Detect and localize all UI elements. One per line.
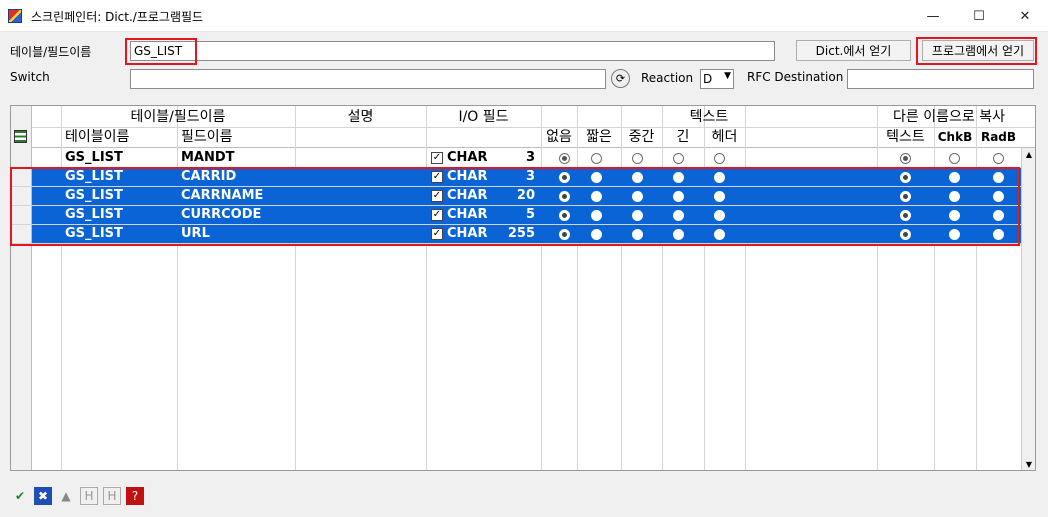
- copy-option-radio[interactable]: [900, 153, 911, 164]
- text-option-radio[interactable]: [632, 153, 643, 164]
- length-cell: 3: [525, 150, 535, 165]
- header-medium: 중간: [628, 129, 655, 145]
- vertical-scrollbar[interactable]: ▲ ▼: [1021, 148, 1035, 470]
- header-copy-text: 텍스트: [886, 129, 925, 145]
- type-cell: CHAR: [447, 150, 488, 165]
- reaction-value: D: [703, 72, 713, 86]
- selected-rows-highlight: [10, 167, 1020, 246]
- header-long: 긴: [676, 129, 690, 145]
- io-checkbox[interactable]: ✓: [431, 152, 443, 164]
- table-name-cell: GS_LIST: [65, 150, 123, 165]
- chevron-down-icon: ▼: [724, 71, 731, 81]
- table-field-highlight: [125, 38, 197, 65]
- transfer-icon[interactable]: ▲: [57, 487, 75, 505]
- reaction-select[interactable]: D ▼: [700, 69, 734, 89]
- text-option-radio[interactable]: [591, 153, 602, 164]
- cancel-icon[interactable]: ✖: [34, 487, 52, 505]
- close-button[interactable]: ✕: [1002, 0, 1048, 32]
- copy-option-radio[interactable]: [949, 153, 960, 164]
- field-name-cell: MANDT: [181, 150, 235, 165]
- copy-option-radio[interactable]: [993, 153, 1004, 164]
- scroll-up-icon[interactable]: ▲: [1022, 148, 1035, 162]
- maximize-button[interactable]: ☐: [956, 0, 1002, 32]
- header-text: 텍스트: [689, 109, 729, 125]
- app-icon: [8, 9, 22, 23]
- rfc-label: RFC Destination: [747, 70, 844, 84]
- header-desc: 설명: [347, 109, 374, 125]
- header-table-field: 테이블/필드이름: [130, 109, 226, 125]
- header-io: I/O 필드: [458, 109, 509, 125]
- header-chkb: ChkB: [937, 130, 973, 144]
- header-radb: RadB: [980, 130, 1017, 144]
- help-icon[interactable]: ?: [126, 487, 144, 505]
- reaction-label: Reaction: [641, 71, 694, 85]
- header-none: 없음: [546, 129, 572, 145]
- select-all-icon[interactable]: [14, 130, 27, 143]
- window-title: 스크린페인터: Dict./프로그램필드: [31, 10, 204, 24]
- header-field-name: 필드이름: [181, 129, 233, 145]
- dict-get-button[interactable]: Dict.에서 얻기: [796, 40, 911, 61]
- text-option-radio[interactable]: [673, 153, 684, 164]
- field-grid: ▲ ▼ 테이블/필드이름 설명 I/O 필드 텍스트 다른 이름으로 복사 테이…: [10, 105, 1036, 471]
- text-option-radio[interactable]: [714, 153, 725, 164]
- table-field-input[interactable]: GS_LIST: [130, 41, 775, 61]
- header-table-name: 테이블이름: [65, 129, 130, 145]
- table-field-label: 테이블/필드이름: [10, 45, 92, 59]
- row-selector[interactable]: [11, 149, 32, 167]
- save-icon[interactable]: H: [80, 487, 98, 505]
- switch-input[interactable]: [130, 69, 606, 89]
- check-icon[interactable]: ✔: [11, 487, 29, 505]
- header-copy: 다른 이름으로 복사: [893, 109, 1005, 125]
- rfc-input[interactable]: [847, 69, 1034, 89]
- text-option-radio[interactable]: [559, 153, 570, 164]
- save-as-icon[interactable]: H: [103, 487, 121, 505]
- header-short: 짧은: [586, 129, 612, 145]
- table-row[interactable]: GS_LIST MANDT ✓ CHAR 3: [11, 149, 1021, 168]
- switch-label: Switch: [10, 70, 50, 84]
- minimize-button[interactable]: —: [910, 0, 956, 32]
- refresh-icon[interactable]: ⟳: [611, 69, 630, 88]
- scroll-down-icon[interactable]: ▼: [1022, 458, 1035, 470]
- program-button-highlight: [916, 37, 1037, 65]
- header-header: 헤더: [711, 129, 738, 145]
